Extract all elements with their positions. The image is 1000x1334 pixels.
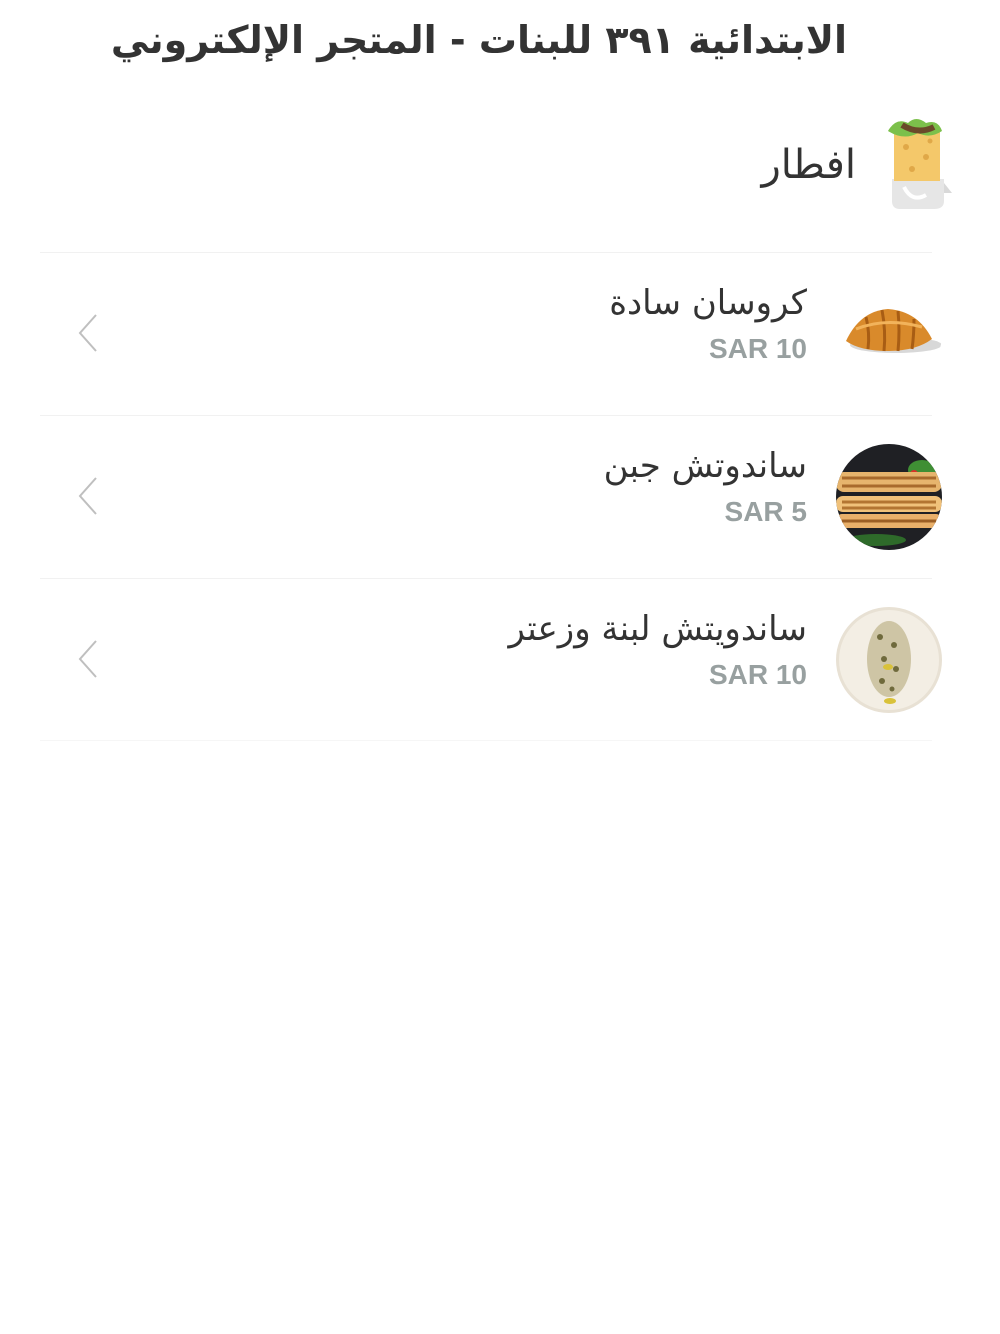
product-info: ساندويتش لبنة وزعتر SAR 10 [508,607,807,691]
page-title: الابتدائية ٣٩١ للبنات - المتجر الإلكترون… [110,18,848,62]
product-price: SAR 10 [708,333,807,364]
product-name: كروسان سادة [609,283,807,323]
product-info: ساندوتش جبن SAR 5 [604,444,807,528]
category-title: افطار [761,142,856,188]
labneh-zaatar-image [836,607,942,713]
chevron-left-icon[interactable] [76,313,100,353]
croissant-image [836,281,942,387]
cheese-sandwich-image [836,444,942,550]
category-header: افطار [761,115,952,215]
chevron-left-icon[interactable] [76,639,100,679]
product-name: ساندوتش جبن [603,446,807,486]
product-row[interactable]: ساندوتش جبن SAR 5 [40,415,942,578]
product-list: كروسان سادة SAR 10 ساندوتش جبن SAR 5 سان… [40,252,942,741]
product-row[interactable]: ساندويتش لبنة وزعتر SAR 10 [40,578,942,741]
product-price: SAR 5 [724,496,807,527]
product-price: SAR 10 [708,659,807,690]
product-name: ساندويتش لبنة وزعتر [508,609,807,649]
product-info: كروسان سادة SAR 10 [609,281,807,365]
product-row[interactable]: كروسان سادة SAR 10 [40,252,942,415]
chevron-left-icon[interactable] [76,476,100,516]
wrap-sandwich-icon [888,119,952,209]
